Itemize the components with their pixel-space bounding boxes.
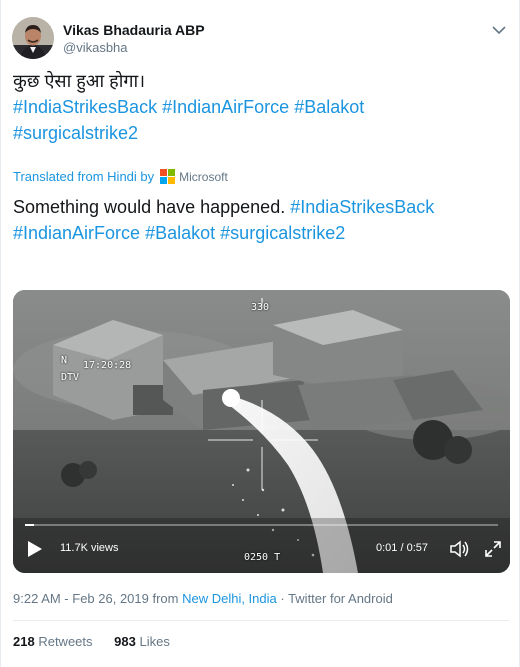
location-link[interactable]: New Delhi, India xyxy=(182,591,277,606)
hashtag-line: #IndiaStrikesBack #IndianAirForce #Balak… xyxy=(13,94,509,120)
video-progress-bar[interactable] xyxy=(25,524,498,526)
likes-count: 983 xyxy=(114,634,136,649)
video-controls: 11.7K views 0:01 / 0:57 xyxy=(13,534,510,564)
author-handle[interactable]: @vikasbha xyxy=(63,40,128,55)
volume-icon[interactable] xyxy=(449,539,471,559)
hashtag-link[interactable]: #surgicalstrike2 xyxy=(13,123,138,143)
fullscreen-icon[interactable] xyxy=(483,539,503,559)
retweets-stat[interactable]: 218 Retweets xyxy=(13,634,93,649)
retweets-count: 218 xyxy=(13,634,35,649)
video-player[interactable]: 330 N 17:20:28 DTV 0250 T 11.7K views 0:… xyxy=(13,290,510,573)
hashtag-link[interactable]: #Balakot xyxy=(145,223,215,243)
tweet-timestamp[interactable]: 9:22 AM - Feb 26, 2019 from xyxy=(13,591,182,606)
video-heading-readout: 330 xyxy=(251,302,270,313)
tweet-card: Vikas Bhadauria ABP @vikasbha कुछ ऐसा हु… xyxy=(0,0,520,667)
video-time: 0:01 / 0:57 xyxy=(376,542,428,554)
chevron-down-icon[interactable] xyxy=(491,24,507,36)
video-direction-readout: N xyxy=(61,355,68,366)
hashtag-link[interactable]: #IndianAirForce xyxy=(162,97,289,117)
hashtag-link[interactable]: #IndiaStrikesBack xyxy=(290,197,434,217)
avatar-image xyxy=(12,17,54,59)
hashtag-link[interactable]: #Balakot xyxy=(294,97,364,117)
play-icon[interactable] xyxy=(27,540,43,558)
tweet-metadata: 9:22 AM - Feb 26, 2019 from New Delhi, I… xyxy=(13,591,393,606)
tweet-source: · Twitter for Android xyxy=(276,591,393,606)
tweet-stats: 218 Retweets 983 Likes xyxy=(13,634,188,649)
translation-provider: Microsoft xyxy=(179,169,228,184)
likes-stat[interactable]: 983 Likes xyxy=(114,634,170,649)
video-clock-readout: 17:20:28 xyxy=(83,360,132,371)
divider xyxy=(13,620,509,621)
translated-text-line: Something would have happened. xyxy=(13,197,286,217)
hashtag-link[interactable]: #IndiaStrikesBack xyxy=(13,97,157,117)
author-name[interactable]: Vikas Bhadauria ABP xyxy=(63,22,205,38)
translation-label: Translated from Hindi by xyxy=(13,169,155,184)
video-progress-fill xyxy=(25,524,35,526)
video-mode-readout: DTV xyxy=(61,372,80,383)
translated-text: Something would have happened. #IndiaStr… xyxy=(13,194,509,246)
tweet-text: कुछ ऐसा हुआ होगा। #IndiaStrikesBack #Ind… xyxy=(13,68,509,146)
video-frame xyxy=(13,290,510,573)
hashtag-link[interactable]: #IndianAirForce xyxy=(13,223,140,243)
retweets-label: Retweets xyxy=(38,634,93,649)
video-views: 11.7K views xyxy=(60,542,119,554)
avatar[interactable] xyxy=(12,17,54,59)
tweet-text-line: कुछ ऐसा हुआ होगा। xyxy=(13,71,146,91)
microsoft-logo-icon xyxy=(160,169,176,184)
likes-label: Likes xyxy=(139,634,170,649)
translation-attribution[interactable]: Translated from Hindi by Microsoft xyxy=(13,169,228,184)
hashtag-link[interactable]: #surgicalstrike2 xyxy=(220,223,345,243)
